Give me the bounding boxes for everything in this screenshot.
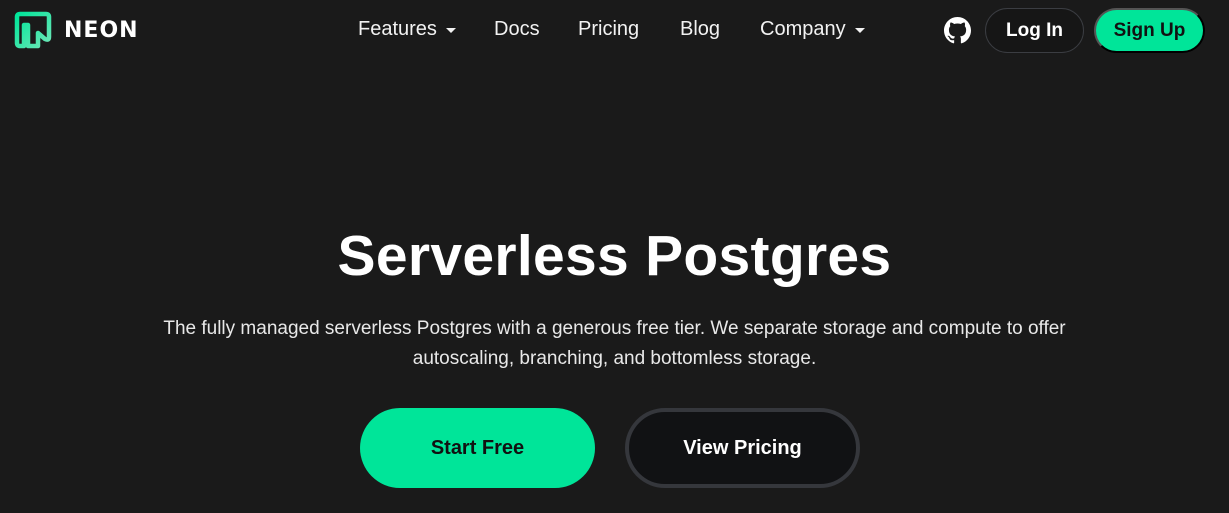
nav-item-label: Company xyxy=(760,18,846,40)
nav-item-label: Docs xyxy=(494,18,540,40)
neon-logo-icon xyxy=(14,11,52,49)
start-free-button[interactable]: Start Free xyxy=(360,408,595,488)
caret-down-icon xyxy=(854,28,865,33)
nav-item-docs[interactable]: Docs xyxy=(494,18,540,41)
nav-item-label: Features xyxy=(358,18,437,40)
logo-link[interactable]: NEON xyxy=(14,11,139,49)
nav-item-pricing[interactable]: Pricing xyxy=(578,18,639,41)
brand-name: NEON xyxy=(64,17,139,43)
hero-subtitle: The fully managed serverless Postgres wi… xyxy=(110,314,1119,374)
nav-item-label: Pricing xyxy=(578,18,640,40)
nav-item-features[interactable]: Features xyxy=(358,18,456,41)
page: NEON Features Docs Pricing Blog Company xyxy=(0,0,1229,513)
caret-down-icon xyxy=(445,28,456,33)
hero-title: Serverless Postgres xyxy=(337,224,892,288)
github-icon[interactable] xyxy=(944,17,971,44)
site-header: NEON Features Docs Pricing Blog Company xyxy=(0,0,1229,62)
view-pricing-button[interactable]: View Pricing xyxy=(625,408,860,488)
login-button[interactable]: Log In xyxy=(985,8,1084,53)
hero-subtitle-line-2: autoscaling, branching, and bottomless s… xyxy=(412,348,817,369)
hero-subtitle-line-1: The fully managed serverless Postgres wi… xyxy=(163,318,1066,339)
nav-item-label: Blog xyxy=(680,18,721,40)
signup-button[interactable]: Sign Up xyxy=(1094,8,1205,53)
nav-item-blog[interactable]: Blog xyxy=(680,18,720,41)
nav-item-company[interactable]: Company xyxy=(760,18,865,41)
